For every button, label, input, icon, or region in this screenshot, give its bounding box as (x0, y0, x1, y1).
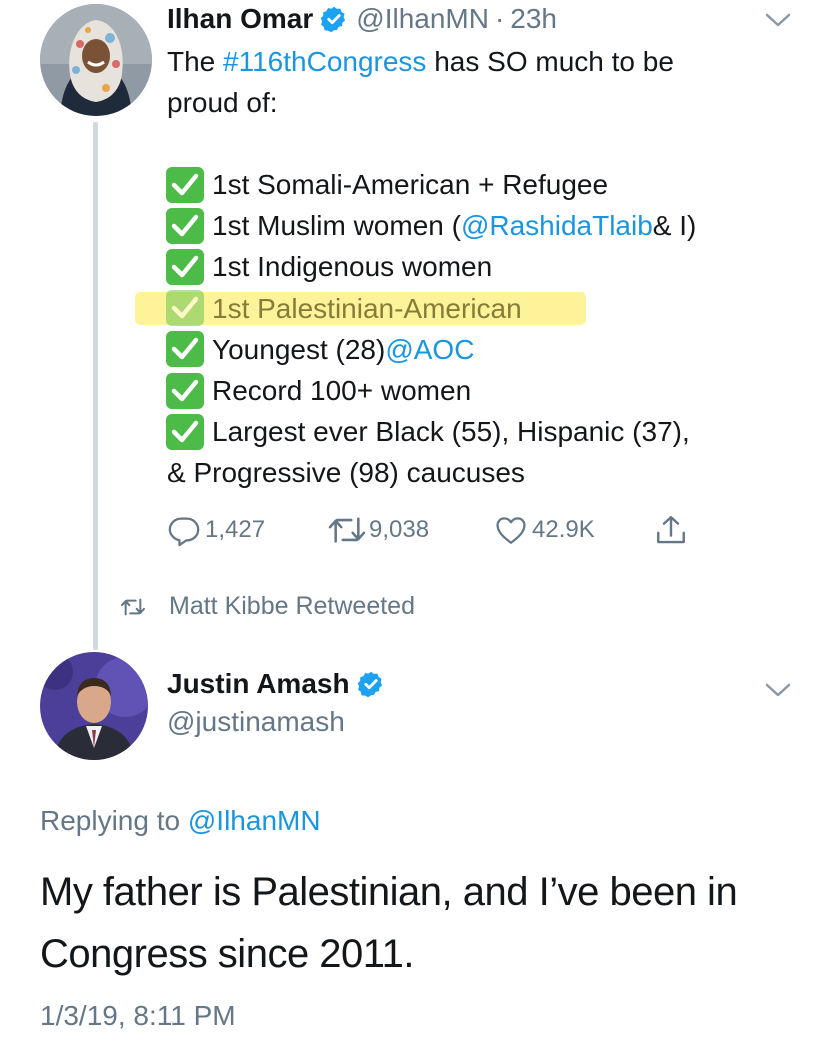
list-item-text: 1st Somali-American + Refugee (212, 169, 609, 200)
tweet-header: Ilhan Omar @IlhanMN · 23h (167, 2, 557, 36)
check-box-icon (166, 413, 204, 450)
retweet-icon (328, 517, 366, 543)
check-box-icon (166, 290, 204, 327)
tweet-text-line-1: The #116thCongress has SO much to be (167, 41, 674, 82)
hashtag-link[interactable]: #116thCongress (223, 46, 426, 77)
like-count: 42.9K (532, 516, 595, 543)
list-item-text: & I) (652, 210, 697, 242)
list-item: 1st Muslim women (@RashidaTlaib & I) (165, 205, 696, 246)
tweet-text-line-2: proud of: (167, 87, 278, 118)
author-name[interactable]: Justin Amash (167, 668, 350, 700)
list-item: Record 100+ women (165, 370, 696, 411)
list-item: Largest ever Black (55), Hispanic (37), (165, 411, 696, 452)
share-icon (657, 516, 685, 544)
check-box-icon (166, 248, 204, 285)
check-box-icon (166, 207, 204, 244)
avatar-ilhan-omar[interactable] (40, 4, 152, 116)
author-handle[interactable]: @justinamash (167, 706, 345, 738)
retweet-icon (120, 598, 146, 615)
avatar-justin-amash[interactable] (40, 652, 148, 760)
check-box-icon (166, 166, 204, 203)
retweet-button[interactable]: 9,038 (327, 510, 429, 550)
achievement-list: 1st Somali-American + Refugee 1st Muslim… (135, 164, 696, 494)
mention-link[interactable]: @AOC (385, 329, 474, 370)
list-item: 1st Indigenous women (165, 246, 696, 287)
mention-link[interactable]: @RashidaTlaib (461, 205, 653, 246)
like-icon (496, 517, 526, 544)
mention-link[interactable]: @IlhanMN (188, 805, 321, 836)
verified-badge-icon (320, 5, 348, 33)
replying-to: Replying to @IlhanMN (40, 805, 321, 837)
retweet-context-text[interactable]: Matt Kibbe Retweeted (169, 592, 415, 621)
tweet-text: The (167, 46, 224, 77)
author-handle[interactable]: @IlhanMN (356, 3, 489, 35)
retweet-count: 9,038 (369, 516, 430, 543)
check-box-icon (166, 331, 204, 368)
list-item-text: Youngest (28) (212, 333, 386, 365)
tweet-text: has SO much to be (426, 46, 674, 77)
reply-button[interactable]: 1,427 (167, 510, 265, 550)
list-item: Youngest (28) @AOC (165, 329, 696, 370)
tweet-text-line-2: Congress since 2011. (40, 932, 414, 976)
separator-dot: · (494, 3, 505, 34)
list-item: 1st Somali-American + Refugee (165, 164, 696, 205)
share-button[interactable] (654, 510, 688, 550)
list-item-text: 1st Indigenous women (212, 251, 493, 283)
reply-icon (168, 517, 200, 547)
list-item-text: 1st Muslim women ( (212, 210, 461, 242)
chevron-down-icon[interactable] (765, 12, 791, 28)
chevron-down-icon[interactable] (765, 682, 791, 698)
thread-line (93, 122, 98, 650)
author-name[interactable]: Ilhan Omar (167, 3, 313, 35)
verified-badge-icon (357, 670, 385, 698)
list-item-highlighted: 1st Palestinian-American (135, 288, 696, 329)
check-box-icon (166, 372, 204, 409)
reply-count: 1,427 (205, 516, 266, 543)
tweet-text: My father is Palestinian, and I’ve been … (40, 861, 738, 985)
list-item-text: 1st Palestinian-American (212, 292, 522, 324)
list-item-text: Largest ever Black (55), Hispanic (37), (212, 416, 690, 448)
list-item-text: Record 100+ women (212, 374, 472, 406)
tweet-time[interactable]: 23h (510, 3, 557, 35)
tweet-text-line-1: My father is Palestinian, and I’ve been … (40, 870, 738, 914)
list-continuation: & Progressive (98) caucuses (165, 452, 696, 493)
replying-label: Replying to (40, 805, 188, 836)
tweet-header: Justin Amash (167, 668, 393, 700)
tweet-timestamp[interactable]: 1/3/19, 8:11 PM (40, 1000, 236, 1032)
list-item-text: & Progressive (98) caucuses (167, 457, 525, 489)
like-button[interactable]: 42.9K (494, 510, 595, 550)
retweet-context: Matt Kibbe Retweeted (119, 592, 415, 621)
